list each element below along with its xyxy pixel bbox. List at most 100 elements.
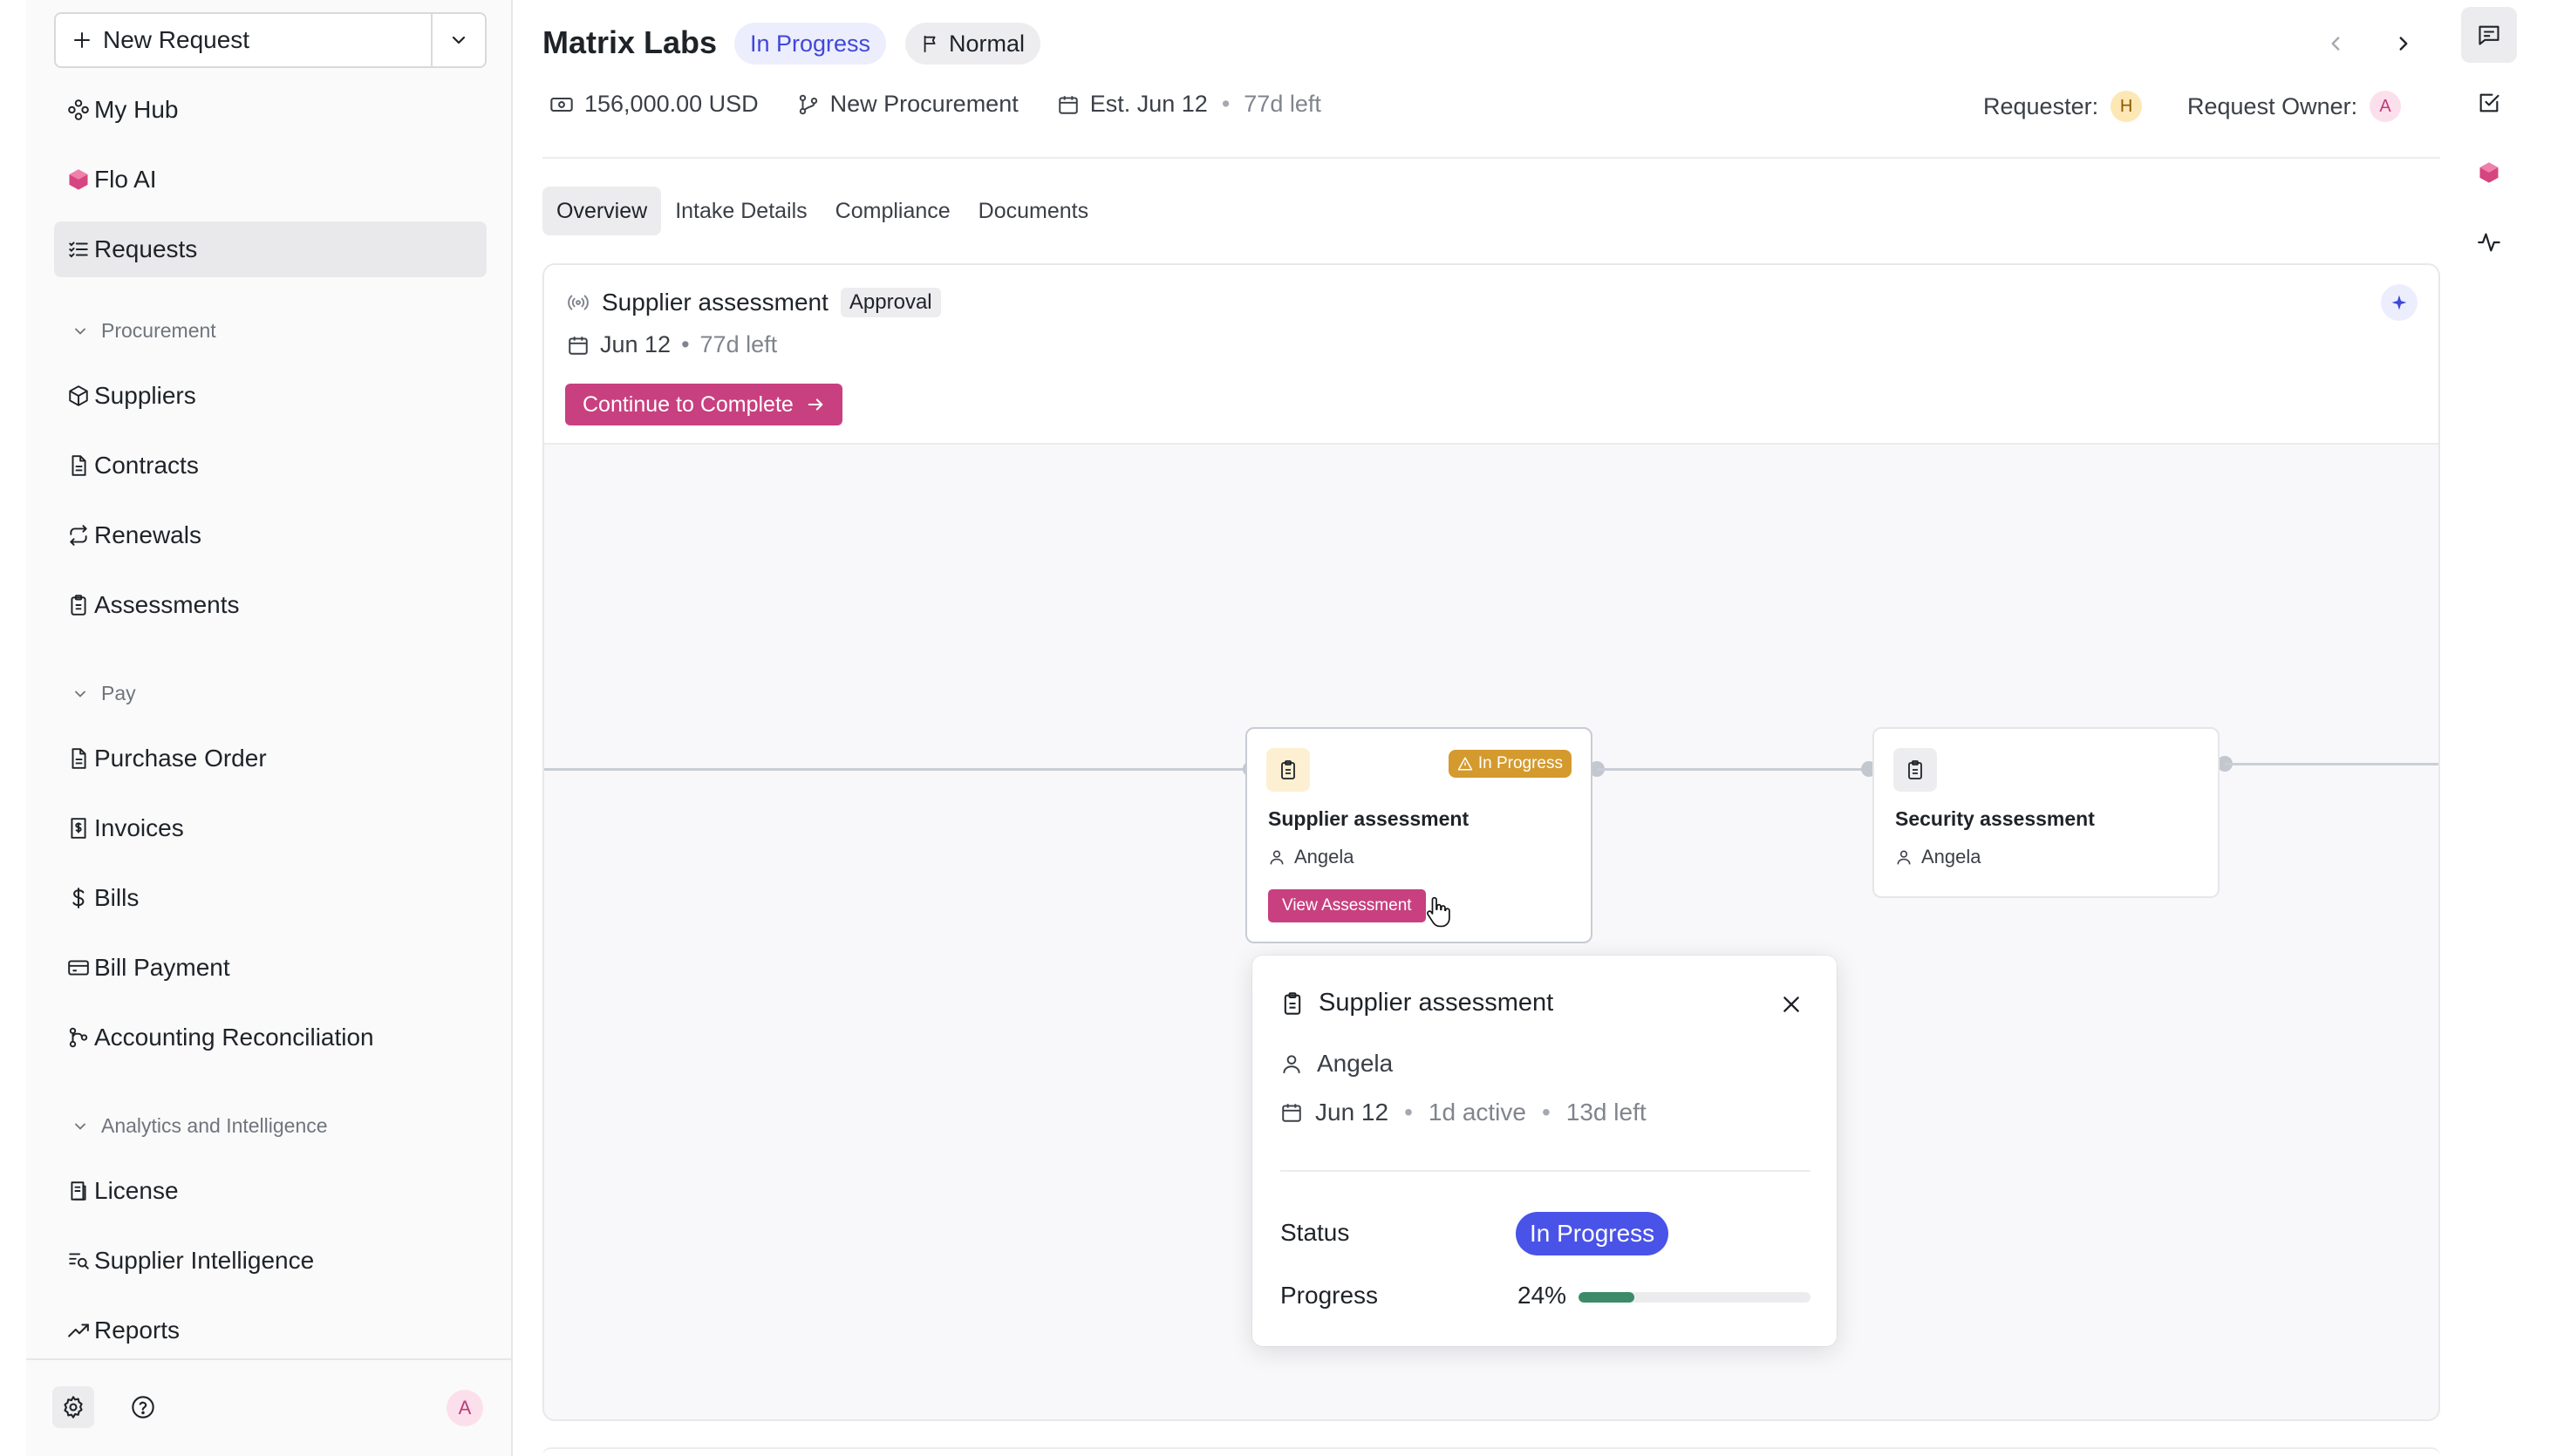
close-popover-button[interactable] <box>1774 987 1809 1022</box>
user-icon <box>1895 848 1913 866</box>
next-request-button[interactable] <box>2383 23 2424 65</box>
sidebar-item-label: Reports <box>94 1317 181 1344</box>
tab-intake-details[interactable]: Intake Details <box>661 187 821 235</box>
popover-assignee: Angela <box>1280 1050 1393 1078</box>
section-pay[interactable]: Pay <box>72 682 136 705</box>
calendar-icon <box>567 334 590 357</box>
progress-percent: 24% <box>1517 1282 1567 1309</box>
status-badge-label: In Progress <box>750 30 871 57</box>
chevron-down-icon <box>72 323 89 340</box>
node-status-label: In Progress <box>1477 754 1563 772</box>
new-request-label: New Request <box>103 26 250 53</box>
sidebar-item-label: Requests <box>94 235 198 262</box>
trend-icon <box>66 1318 91 1343</box>
sidebar-item-supplier-intelligence[interactable]: Supplier Intelligence <box>54 1233 487 1289</box>
step-time-left: 77d left <box>699 331 778 357</box>
tab-compliance[interactable]: Compliance <box>822 187 965 235</box>
current-step-header: Supplier assessment Approval Jun 12 • 77… <box>544 265 2438 445</box>
new-request-button[interactable]: New Request <box>56 14 431 66</box>
sidebar-footer: A <box>26 1358 511 1456</box>
request-owner[interactable]: Request Owner: A <box>2187 91 2402 122</box>
popover-title-row: Supplier assessment <box>1280 989 1553 1017</box>
clipboard-icon <box>1893 748 1937 792</box>
activity-button[interactable] <box>2461 214 2517 270</box>
sidebar-item-requests[interactable]: Requests <box>54 221 487 277</box>
sidebar-item-accounting-reconciliation[interactable]: Accounting Reconciliation <box>54 1010 487 1065</box>
node-title: Security assessment <box>1895 807 2095 830</box>
new-request-dropdown-button[interactable] <box>431 14 485 66</box>
tab-overview[interactable]: Overview <box>542 187 662 235</box>
popover-date: Jun 12 <box>1315 1099 1389 1126</box>
tab-bar: Overview Intake Details Compliance Docum… <box>542 187 1102 235</box>
step-tag: Approval <box>840 288 941 317</box>
section-title: Procurement <box>101 319 216 342</box>
priority-badge[interactable]: Normal <box>905 23 1041 65</box>
sidebar-item-contracts[interactable]: Contracts <box>54 438 487 493</box>
next-panel-edge <box>542 1447 2440 1456</box>
popover-date-row: Jun 12 • 1d active • 13d left <box>1280 1099 1647 1126</box>
flo-ai-icon <box>66 167 91 192</box>
ai-assist-button[interactable] <box>2381 284 2417 321</box>
previous-request-button[interactable] <box>2315 23 2356 65</box>
amount-value: 156,000.00 USD <box>584 91 759 117</box>
sidebar-item-bill-payment[interactable]: Bill Payment <box>54 940 487 996</box>
sidebar-item-suppliers[interactable]: Suppliers <box>54 368 487 424</box>
settings-button[interactable] <box>52 1386 94 1428</box>
flow-node-supplier-assessment[interactable]: In Progress Supplier assessment Angela V… <box>1245 727 1592 943</box>
sidebar-item-assessments[interactable]: Assessments <box>54 577 487 633</box>
new-request-control: New Request <box>54 12 487 68</box>
sidebar-item-label: Invoices <box>94 814 184 841</box>
requester[interactable]: Requester: H <box>1983 91 2143 122</box>
sidebar-item-label: Assessments <box>94 591 240 618</box>
chevron-down-icon <box>72 1118 89 1135</box>
request-type: New Procurement <box>829 91 1019 117</box>
checkbox-icon <box>2477 91 2501 115</box>
section-procurement[interactable]: Procurement <box>72 319 216 343</box>
sidebar-item-flo-ai[interactable]: Flo AI <box>54 152 487 208</box>
branch-icon <box>66 1025 91 1050</box>
assessment-popover: Supplier assessment Angela Jun 12 • 1d a… <box>1252 956 1837 1346</box>
user-icon <box>1280 1052 1303 1075</box>
view-assessment-button[interactable]: View Assessment <box>1268 889 1426 922</box>
sidebar-item-label: Purchase Order <box>94 745 267 772</box>
list-icon <box>66 237 91 262</box>
help-button[interactable] <box>122 1386 164 1428</box>
sidebar-item-label: Renewals <box>94 521 201 548</box>
requester-label: Requester: <box>1983 92 2099 119</box>
arrow-right-icon <box>806 395 825 414</box>
section-analytics-and-intelligence[interactable]: Analytics and Intelligence <box>72 1114 328 1138</box>
flo-ai-button[interactable] <box>2461 145 2517 201</box>
continue-to-complete-button[interactable]: Continue to Complete <box>565 384 842 425</box>
step-title-row: Supplier assessment Approval <box>567 288 941 317</box>
tab-documents[interactable]: Documents <box>965 187 1102 235</box>
sidebar-item-my-hub[interactable]: My Hub <box>54 82 487 138</box>
sidebar-item-reports[interactable]: Reports <box>54 1303 487 1358</box>
due-meta: Est. Jun 12 <box>1057 91 1208 118</box>
sidebar-item-bills[interactable]: Bills <box>54 870 487 926</box>
sidebar-item-label: Accounting Reconciliation <box>94 1024 374 1051</box>
flow-connector <box>1597 768 1869 771</box>
user-avatar[interactable]: A <box>447 1390 483 1426</box>
flow-node-security-assessment[interactable]: Security assessment Angela <box>1872 727 2220 898</box>
flo-ai-icon <box>2477 160 2501 185</box>
comments-button[interactable] <box>2461 7 2517 63</box>
chevron-right-icon <box>2392 32 2415 55</box>
sidebar-item-label: License <box>94 1177 179 1204</box>
tasks-button[interactable] <box>2461 75 2517 131</box>
status-label: Status <box>1280 1219 1350 1246</box>
sidebar-item-label: Flo AI <box>94 166 157 193</box>
activity-icon <box>2477 230 2501 255</box>
sidebar-item-license[interactable]: License <box>54 1163 487 1219</box>
est-date: Est. Jun 12 <box>1089 91 1208 117</box>
sidebar-item-label: Bills <box>94 884 140 911</box>
calendar-icon <box>1280 1101 1303 1124</box>
request-owner-avatar: A <box>2370 91 2402 122</box>
box-icon <box>66 384 91 408</box>
gear-icon <box>61 1395 85 1419</box>
license-icon <box>66 1179 91 1203</box>
sidebar-item-invoices[interactable]: Invoices <box>54 800 487 856</box>
sidebar-item-renewals[interactable]: Renewals <box>54 507 487 563</box>
status-badge[interactable]: In Progress <box>734 23 887 65</box>
sidebar-item-purchase-order[interactable]: Purchase Order <box>54 731 487 786</box>
clipboard-icon <box>66 593 91 617</box>
